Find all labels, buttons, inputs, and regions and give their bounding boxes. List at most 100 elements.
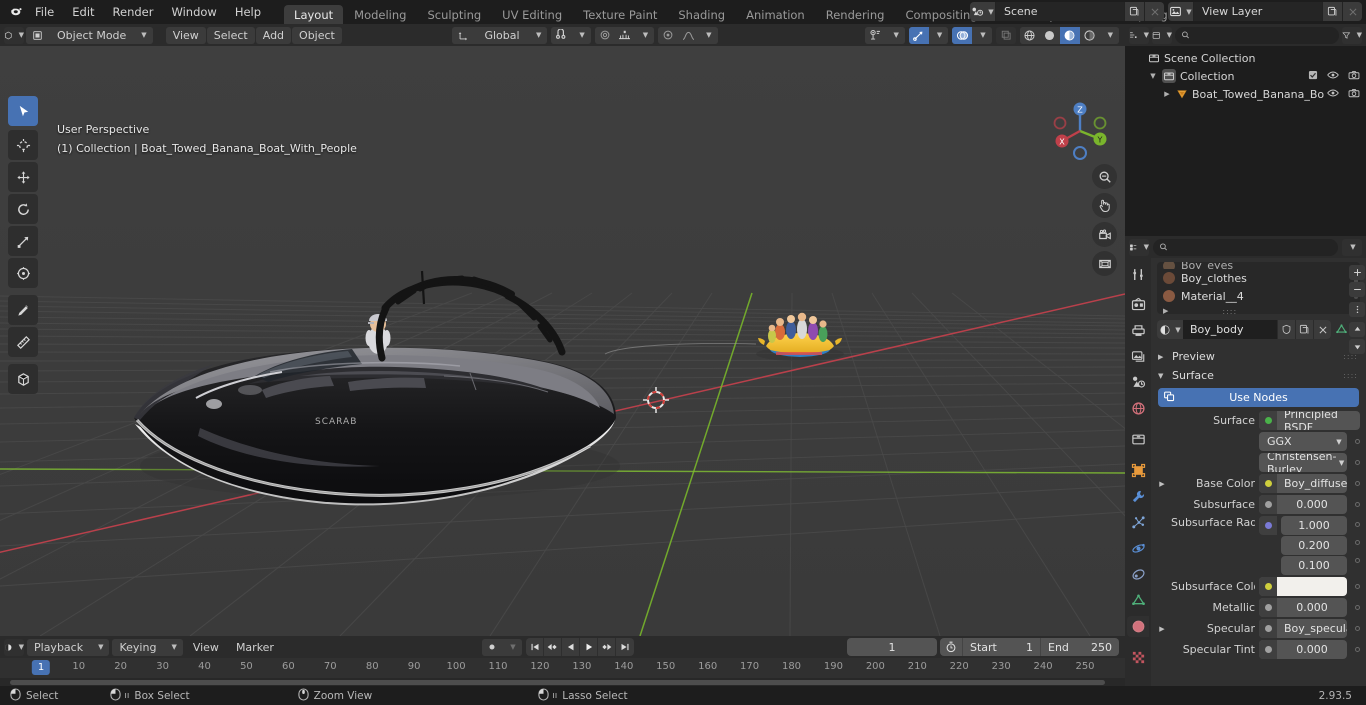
proportional-editing[interactable]: ▼ [594, 26, 655, 44]
outliner-search-input[interactable] [1194, 28, 1333, 42]
dropdown-field[interactable]: Christensen-Burley ▼ [1259, 453, 1347, 472]
current-frame-field[interactable]: 1 [847, 638, 937, 656]
workspace-tab-shading[interactable]: Shading [668, 5, 735, 24]
timeline-editor-type-button[interactable]: ▼ [4, 638, 24, 656]
collection-tab[interactable] [1127, 429, 1149, 450]
unlink-scene-button[interactable] [1144, 2, 1164, 21]
animate-property-icon[interactable] [1355, 460, 1360, 465]
material-slot-row[interactable]: Material__4 [1157, 287, 1360, 305]
outliner-editor-type-button[interactable]: ▼ [1129, 26, 1149, 44]
outliner-editor[interactable]: ▼ ▼ ▼ Scene Collection ▼ Collection ▶ Boat_T… [1125, 24, 1366, 236]
gizmo-icon[interactable] [908, 26, 929, 44]
number-field[interactable]: 0.000 [1259, 495, 1347, 514]
playback-menu[interactable]: Playback ▼ [27, 638, 110, 656]
workspace-tab-rendering[interactable]: Rendering [816, 5, 895, 24]
active-material-name[interactable]: Boy_body [1183, 320, 1277, 339]
disable-in-render-icon[interactable] [1348, 70, 1360, 83]
auto-keying-group[interactable]: ▼ [482, 638, 522, 656]
animate-property-icon[interactable] [1355, 647, 1360, 652]
material-slot-row[interactable]: Boy_eyes [1157, 262, 1360, 269]
scene-name[interactable]: Scene [996, 2, 1124, 21]
node-socket-icon[interactable] [1259, 598, 1277, 617]
auto-keying-chevron-icon[interactable]: ▼ [502, 638, 522, 656]
view-layer-name[interactable]: View Layer [1194, 2, 1322, 21]
use-nodes-button[interactable]: Use Nodes [1158, 388, 1359, 407]
start-frame-field[interactable]: Start 1 [963, 638, 1041, 656]
jump-to-prev-keyframe-button[interactable] [544, 638, 562, 656]
material-slot-specials-button[interactable] [1349, 302, 1365, 317]
properties-editor-type-button[interactable]: ▼ [1129, 238, 1149, 256]
timeline-editor[interactable]: ▼ Playback ▼ Keying ▼ View Marker ▼ 1 St… [0, 636, 1125, 686]
orientation-icon[interactable] [452, 26, 476, 44]
overlays-toggle-group[interactable]: ▼ [952, 26, 992, 44]
hide-in-viewport-icon[interactable] [1327, 88, 1339, 101]
node-socket-icon[interactable] [1259, 577, 1277, 596]
add-material-slot-button[interactable] [1349, 265, 1365, 280]
add-cube-tool-button[interactable] [8, 364, 38, 394]
render-tab[interactable] [1127, 294, 1149, 315]
magnet-icon[interactable] [551, 26, 572, 44]
material-slot-grip-icon[interactable]: :::: [1222, 307, 1237, 315]
pan-view-icon[interactable] [1092, 193, 1117, 218]
jump-to-next-keyframe-button[interactable] [598, 638, 616, 656]
animate-property-icon[interactable] [1355, 522, 1360, 527]
surface-panel-header[interactable]: ▼ Surface :::: [1151, 366, 1366, 385]
properties-options-button[interactable]: ▼ [1342, 238, 1362, 256]
object-types-visibility-icon[interactable] [865, 26, 886, 44]
zoom-view-icon[interactable] [1092, 164, 1117, 189]
viewport-canvas[interactable]: SCARAB User Perspective (1) Collection |… [0, 46, 1125, 636]
snap-chevron-icon[interactable]: ▼ [571, 26, 591, 44]
mode-chevron-icon[interactable]: ▼ [133, 26, 153, 44]
object-tab[interactable] [1127, 460, 1149, 481]
node-socket-icon[interactable] [1259, 516, 1277, 535]
chevron-down-icon[interactable]: ▼ [1336, 459, 1347, 467]
animate-property-icon[interactable] [1355, 605, 1360, 610]
link-field[interactable]: Principled BSDF [1259, 411, 1360, 430]
transform-orientation[interactable]: Global ▼ [452, 26, 548, 44]
modifier-tab[interactable] [1127, 486, 1149, 507]
remove-material-slot-button[interactable] [1349, 282, 1365, 297]
timeline-view-menu[interactable]: View [186, 639, 226, 656]
xray-toggle-button[interactable] [995, 26, 1016, 44]
color-swatch[interactable] [1277, 577, 1347, 596]
node-socket-icon[interactable] [1259, 640, 1277, 659]
data-tab[interactable] [1127, 590, 1149, 611]
chevron-down-icon[interactable]: ▼ [1147, 72, 1159, 80]
material-browse-icon[interactable]: ▼ [1157, 320, 1183, 339]
material-slot-row[interactable]: Boy_clothes [1157, 269, 1360, 287]
falloff-curve-icon[interactable] [678, 26, 699, 44]
falloff-chevron-icon[interactable]: ▼ [634, 26, 655, 44]
solid-shading-icon[interactable] [1039, 26, 1060, 44]
timeline-frame-scale[interactable]: 10 20 30 40 50 60 70 80 90 100 110 120 130 140 150 160 1… [0, 658, 1125, 678]
overlays-chevron-icon[interactable]: ▼ [972, 26, 992, 44]
material-slot-list[interactable]: Boy_eyes Boy_clothes Material__4 ▶ :::: [1157, 262, 1360, 314]
mode-label[interactable]: Object Mode [50, 26, 134, 44]
rotate-tool-button[interactable] [8, 194, 38, 224]
tweak-tool-button[interactable] [8, 96, 38, 126]
world-tab[interactable] [1127, 398, 1149, 419]
physics-tab[interactable] [1127, 538, 1149, 559]
animate-property-icon[interactable] [1355, 558, 1360, 563]
output-tab[interactable] [1127, 320, 1149, 341]
node-socket-icon[interactable] [1259, 411, 1277, 430]
overlays-icon[interactable] [952, 26, 973, 44]
gizmo-chevron-icon[interactable]: ▼ [928, 26, 949, 44]
playback-chevron-icon[interactable]: ▼ [90, 638, 110, 656]
new-material-button[interactable] [1295, 320, 1313, 339]
viewport-menu-view[interactable]: View [165, 26, 206, 44]
node-socket-icon[interactable] [1259, 619, 1277, 638]
snap-controls[interactable]: ▼ [551, 26, 591, 44]
vector-component[interactable]: 1.000 [1281, 516, 1347, 535]
texture-tab[interactable] [1127, 647, 1149, 668]
move-tool-button[interactable] [8, 162, 38, 192]
dropdown-field[interactable]: GGX ▼ [1259, 432, 1347, 451]
play-reverse-button[interactable] [562, 638, 580, 656]
timeline-playhead[interactable]: 1 [31, 660, 51, 675]
menu-help[interactable]: Help [226, 3, 270, 22]
outliner-filter-button[interactable]: ▼ [1342, 26, 1362, 44]
fake-user-button[interactable] [1277, 320, 1295, 339]
chevron-right-icon[interactable]: ▶ [1157, 480, 1167, 488]
properties-editor[interactable]: ▼ ▼ Boy_eyes Boy_clothes Material__4 ▶:… [1125, 236, 1366, 686]
shading-modes[interactable]: ▼ [1019, 26, 1119, 44]
new-view-layer-button[interactable] [1322, 2, 1342, 21]
